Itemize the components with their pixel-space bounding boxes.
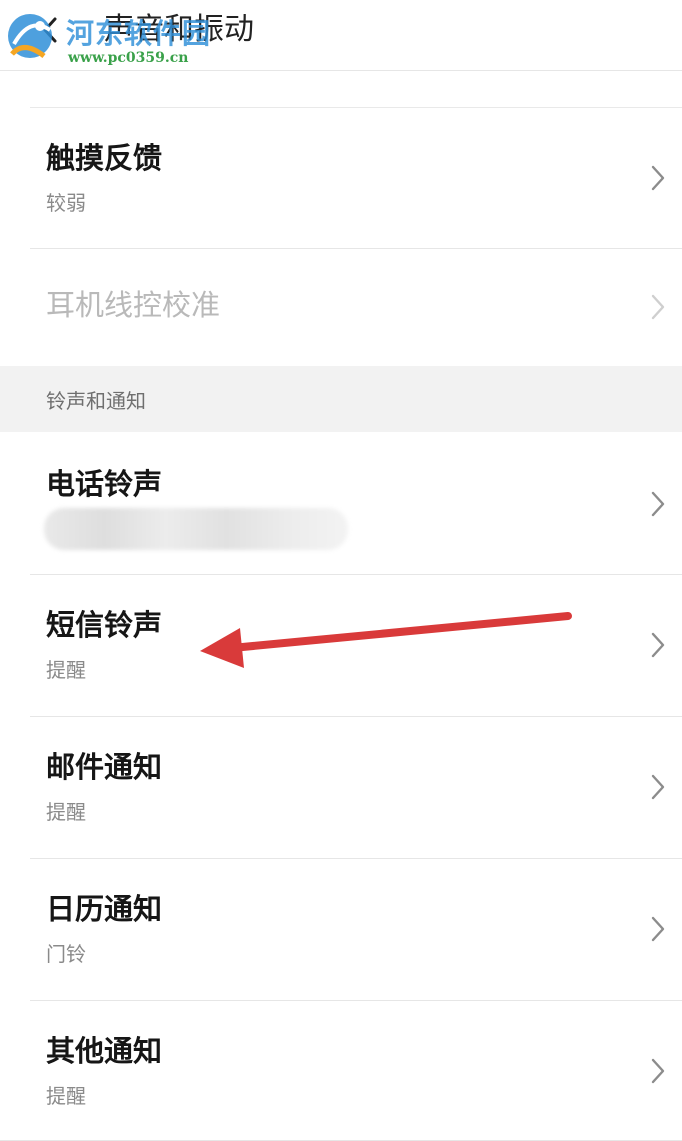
watermark-url: www.pc0359.cn: [68, 50, 189, 66]
watermark: 河东软件园 www.pc0359.cn: [0, 4, 230, 70]
chevron-right-icon: [651, 491, 665, 517]
chevron-right-icon: [651, 916, 665, 942]
list-item-calendar-notification[interactable]: 日历通知 门铃: [0, 859, 682, 1000]
list-item-other-notification[interactable]: 其他通知 提醒: [0, 1001, 682, 1140]
blurred-ringtone-name: [44, 508, 348, 550]
chevron-right-icon: [651, 165, 665, 191]
list-item-sms-ringtone[interactable]: 短信铃声 提醒: [0, 575, 682, 716]
row-title: 其他通知: [46, 1034, 163, 1068]
watermark-logo-icon: [8, 14, 52, 58]
row-title: 电话铃声: [46, 467, 163, 501]
watermark-site-name: 河东软件园: [66, 17, 212, 50]
row-subtitle: 提醒: [46, 1084, 86, 1108]
row-subtitle: 提醒: [46, 658, 86, 682]
row-title: 耳机线控校准: [46, 288, 221, 322]
list-item-headset-calibration: 耳机线控校准: [0, 249, 682, 366]
row-title: 邮件通知: [46, 750, 163, 784]
row-title: 短信铃声: [46, 608, 163, 642]
top-bar: 声音和振动 河东软件园 www.pc0359.cn: [0, 0, 682, 70]
section-label: 铃声和通知: [46, 389, 146, 413]
row-subtitle: 较弱: [46, 191, 86, 215]
section-header: 铃声和通知: [0, 366, 682, 432]
row-subtitle: 门铃: [46, 942, 86, 966]
chevron-right-icon: [651, 294, 665, 320]
row-title: 日历通知: [46, 892, 163, 926]
chevron-right-icon: [651, 1058, 665, 1084]
row-subtitle: 提醒: [46, 800, 86, 824]
row-title: 触摸反馈: [46, 141, 163, 175]
chevron-right-icon: [651, 632, 665, 658]
list-item-phone-ringtone[interactable]: 电话铃声: [0, 432, 682, 574]
list-item-email-notification[interactable]: 邮件通知 提醒: [0, 717, 682, 858]
chevron-right-icon: [651, 774, 665, 800]
list-item-touch-feedback[interactable]: 触摸反馈 较弱: [0, 108, 682, 248]
header-divider: [0, 70, 682, 71]
